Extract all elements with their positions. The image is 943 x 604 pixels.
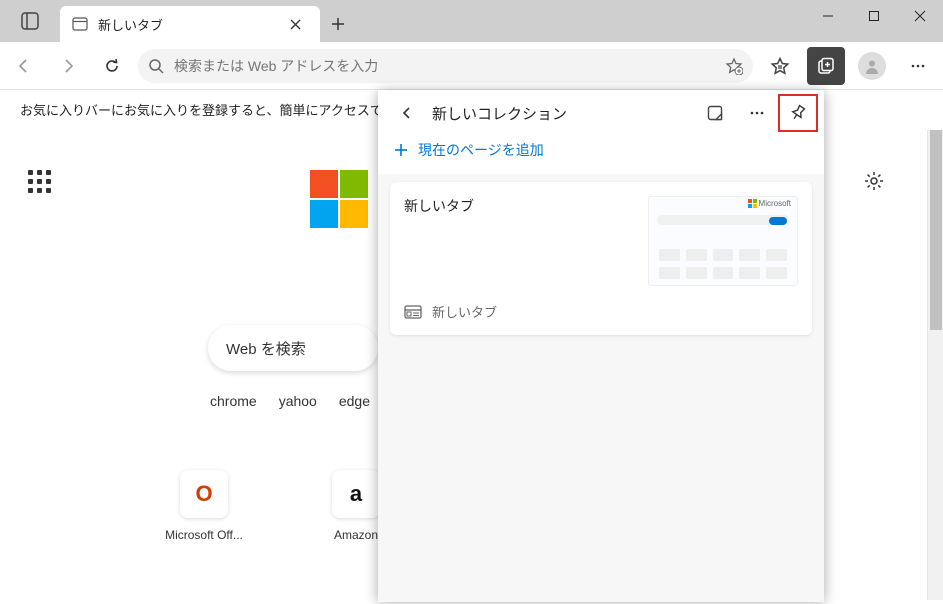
office-icon: O bbox=[180, 470, 228, 518]
more-button[interactable] bbox=[899, 47, 937, 85]
refresh-button[interactable] bbox=[94, 48, 130, 84]
forward-button[interactable] bbox=[50, 48, 86, 84]
pin-button-highlight bbox=[778, 94, 818, 132]
quick-link[interactable]: edge bbox=[339, 393, 370, 409]
tile-label: Microsoft Off... bbox=[165, 528, 243, 542]
page-search-box[interactable]: Web を検索 bbox=[208, 325, 378, 371]
microsoft-logo bbox=[310, 170, 368, 228]
tab-actions-button[interactable] bbox=[15, 6, 45, 36]
window-minimize-button[interactable] bbox=[805, 0, 851, 32]
avatar-icon bbox=[858, 52, 886, 80]
address-bar[interactable] bbox=[138, 49, 753, 83]
panel-back-button[interactable] bbox=[390, 96, 424, 130]
vertical-scrollbar[interactable] bbox=[927, 130, 943, 600]
add-favorite-icon[interactable] bbox=[725, 57, 743, 75]
app-launcher-icon[interactable] bbox=[28, 170, 51, 193]
panel-more-button[interactable] bbox=[740, 96, 774, 130]
window-close-button[interactable] bbox=[897, 0, 943, 32]
pin-icon[interactable] bbox=[789, 104, 807, 122]
collections-panel: 新しいコレクション 現在のページを追加 新しいタブ Microsoft 新しいタ… bbox=[378, 90, 824, 600]
collection-card[interactable]: 新しいタブ Microsoft 新しいタブ bbox=[390, 182, 812, 335]
titlebar: 新しいタブ bbox=[0, 0, 943, 42]
quick-links: chrome yahoo edge bbox=[210, 393, 370, 409]
page-settings-button[interactable] bbox=[863, 170, 885, 192]
favorites-button[interactable] bbox=[761, 47, 799, 85]
profile-button[interactable] bbox=[853, 47, 891, 85]
address-input[interactable] bbox=[174, 58, 715, 74]
card-title: 新しいタブ bbox=[404, 196, 636, 286]
quick-link[interactable]: chrome bbox=[210, 393, 257, 409]
card-thumbnail: Microsoft bbox=[648, 196, 798, 286]
add-note-button[interactable] bbox=[698, 96, 732, 130]
window-maximize-button[interactable] bbox=[851, 0, 897, 32]
card-source: 新しいタブ bbox=[432, 302, 497, 321]
page-search-placeholder: Web を検索 bbox=[226, 338, 306, 359]
toolbar bbox=[0, 42, 943, 90]
amazon-icon: a bbox=[332, 470, 380, 518]
panel-title: 新しいコレクション bbox=[432, 103, 690, 124]
tile-microsoft-office[interactable]: O Microsoft Off... bbox=[158, 470, 250, 542]
add-page-label: 現在のページを追加 bbox=[418, 140, 544, 160]
tab-icon bbox=[72, 16, 88, 32]
plus-icon bbox=[394, 143, 408, 157]
tile-label: Amazon bbox=[334, 528, 378, 542]
scrollbar-thumb[interactable] bbox=[930, 130, 942, 330]
quick-link[interactable]: yahoo bbox=[279, 393, 317, 409]
browser-tab[interactable]: 新しいタブ bbox=[60, 6, 320, 42]
collections-button[interactable] bbox=[807, 47, 845, 85]
back-button[interactable] bbox=[6, 48, 42, 84]
page-icon bbox=[404, 305, 422, 319]
new-tab-button[interactable] bbox=[320, 6, 356, 42]
tab-close-button[interactable] bbox=[284, 13, 306, 35]
add-current-page-button[interactable]: 現在のページを追加 bbox=[378, 136, 824, 174]
tab-title: 新しいタブ bbox=[98, 15, 163, 34]
search-icon bbox=[148, 58, 164, 74]
